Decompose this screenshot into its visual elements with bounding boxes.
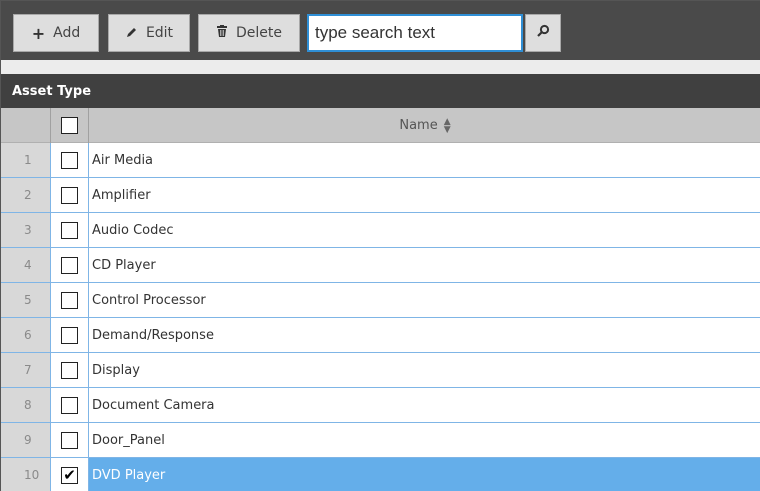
row-checkbox[interactable] [61,151,78,169]
table-row[interactable]: 3 Audio Codec [1,213,760,248]
table-row[interactable]: 5 Control Processor [1,283,760,318]
search-button[interactable] [525,14,561,52]
table-row[interactable]: 2 Amplifier [1,178,760,213]
row-checkbox-cell [51,353,89,387]
plus-icon: + [31,23,46,43]
row-name-cell[interactable]: Door_Panel [89,423,760,457]
row-name-cell[interactable]: Audio Codec [89,213,760,247]
row-checkbox-cell [51,318,89,352]
row-name-cell[interactable]: Document Camera [89,388,760,422]
row-checkbox-cell [51,178,89,212]
column-header-name-label: Name [399,118,438,133]
table-row[interactable]: 4 CD Player [1,248,760,283]
row-name-cell[interactable]: Amplifier [89,178,760,212]
row-name-cell[interactable]: CD Player [89,248,760,282]
row-checkbox[interactable] [61,186,78,204]
toolbar: + Add Edit Delete [1,1,760,60]
search-input[interactable] [307,14,523,52]
delete-button-label: Delete [236,25,282,41]
edit-button[interactable]: Edit [108,14,190,52]
table-row[interactable]: 10 ✔ DVD Player [1,458,760,491]
row-checkbox-cell [51,213,89,247]
row-checkbox[interactable] [61,431,78,449]
row-number: 7 [1,353,51,387]
row-checkbox-cell [51,143,89,177]
toolbar-spacer [1,60,760,74]
row-name-cell[interactable]: Air Media [89,143,760,177]
delete-button[interactable]: Delete [198,14,300,52]
row-number: 9 [1,423,51,457]
row-number: 10 [1,458,51,491]
table-row[interactable]: 9 Door_Panel [1,423,760,458]
row-checkbox[interactable] [61,396,78,414]
row-number: 1 [1,143,51,177]
edit-button-label: Edit [145,25,174,41]
column-header-name[interactable]: Name ▲ ▼ [89,108,760,143]
row-checkbox-cell [51,423,89,457]
grid-title: Asset Type [12,83,92,99]
sort-icon: ▲ ▼ [443,116,451,135]
header-row-number [1,108,51,143]
row-name-cell[interactable]: DVD Player [89,458,760,491]
row-checkbox-cell [51,388,89,422]
table-row[interactable]: 1 Air Media [1,143,760,178]
trash-icon [216,24,228,42]
table-row[interactable]: 8 Document Camera [1,388,760,423]
grid-header: Name ▲ ▼ [1,108,760,143]
row-number: 4 [1,248,51,282]
row-number: 5 [1,283,51,317]
asset-type-panel: + Add Edit Delete Asset Type [0,0,760,491]
row-name-cell[interactable]: Display [89,353,760,387]
add-button[interactable]: + Add [13,14,99,52]
row-number: 2 [1,178,51,212]
select-all-checkbox[interactable] [61,117,78,134]
table-row[interactable]: 7 Display [1,353,760,388]
grid-caption: Asset Type [1,74,760,108]
add-button-label: Add [53,25,81,41]
row-checkbox-cell: ✔ [51,458,89,491]
table-row[interactable]: 6 Demand/Response [1,318,760,353]
pencil-icon [125,24,138,43]
row-name-cell[interactable]: Control Processor [89,283,760,317]
row-checkbox[interactable] [61,361,78,379]
header-checkbox-cell [51,108,89,143]
search-icon [536,24,550,42]
checkmark-icon: ✔ [63,465,76,484]
row-checkbox-cell [51,283,89,317]
row-number: 8 [1,388,51,422]
row-checkbox[interactable] [61,256,78,274]
row-checkbox[interactable] [61,221,78,239]
row-checkbox[interactable] [61,291,78,309]
row-number: 6 [1,318,51,352]
row-checkbox-cell [51,248,89,282]
row-name-cell[interactable]: Demand/Response [89,318,760,352]
row-number: 3 [1,213,51,247]
row-checkbox[interactable] [61,326,78,344]
row-checkbox[interactable]: ✔ [61,465,78,484]
